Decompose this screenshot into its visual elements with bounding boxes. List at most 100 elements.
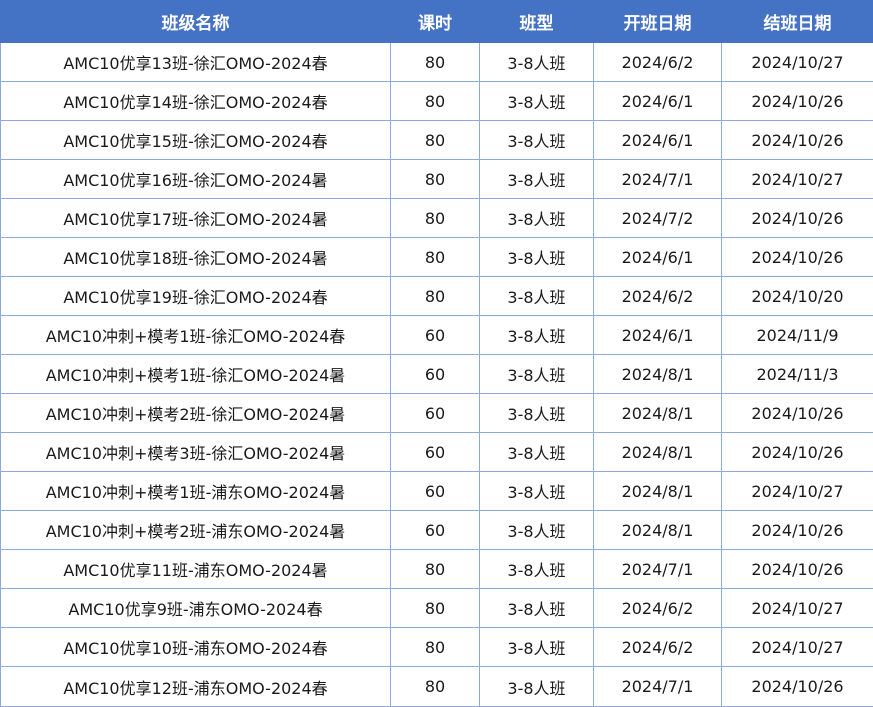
header-hours: 课时 <box>390 0 480 43</box>
table-row: AMC10冲刺+模考2班-浦东OMO-2024暑 60 3-8人班 2024/8/1 2… <box>0 510 873 550</box>
cell-hours: 80 <box>390 42 480 82</box>
table-row: AMC10优享12班-浦东OMO-2024春 80 3-8人班 2024/7/1 202… <box>0 666 873 707</box>
cell-start-date: 2024/6/1 <box>593 120 722 160</box>
cell-start-date: 2024/7/1 <box>593 666 722 707</box>
cell-hours: 80 <box>390 198 480 238</box>
table-row: AMC10优享10班-浦东OMO-2024春 80 3-8人班 2024/6/2 202… <box>0 627 873 667</box>
cell-start-date: 2024/6/2 <box>593 588 722 628</box>
cell-hours: 60 <box>390 315 480 355</box>
cell-end-date: 2024/10/26 <box>721 549 873 589</box>
cell-class-type: 3-8人班 <box>479 510 594 550</box>
cell-end-date: 2024/10/27 <box>721 159 873 199</box>
cell-hours: 80 <box>390 276 480 316</box>
table-row: AMC10优享17班-徐汇OMO-2024暑 80 3-8人班 2024/7/2 202… <box>0 198 873 238</box>
header-end-date: 结班日期 <box>721 0 873 43</box>
cell-end-date: 2024/10/27 <box>721 627 873 667</box>
cell-class-name: AMC10优享15班-徐汇OMO-2024春 <box>0 120 391 160</box>
cell-class-type: 3-8人班 <box>479 588 594 628</box>
cell-hours: 80 <box>390 81 480 121</box>
cell-class-type: 3-8人班 <box>479 237 594 277</box>
header-class-type: 班型 <box>479 0 594 43</box>
cell-class-name: AMC10优享18班-徐汇OMO-2024暑 <box>0 237 391 277</box>
cell-hours: 60 <box>390 510 480 550</box>
cell-class-name: AMC10优享19班-徐汇OMO-2024春 <box>0 276 391 316</box>
cell-class-type: 3-8人班 <box>479 354 594 394</box>
cell-end-date: 2024/10/27 <box>721 471 873 511</box>
cell-hours: 80 <box>390 159 480 199</box>
class-schedule-table: 班级名称 课时 班型 开班日期 结班日期 AMC10优享13班-徐汇OMO-20… <box>0 0 873 707</box>
table-header: 班级名称 课时 班型 开班日期 结班日期 <box>0 0 873 43</box>
table-row: AMC10冲刺+模考1班-徐汇OMO-2024春 60 3-8人班 2024/6/1 2… <box>0 315 873 355</box>
cell-end-date: 2024/10/26 <box>721 120 873 160</box>
cell-end-date: 2024/10/26 <box>721 198 873 238</box>
cell-start-date: 2024/6/2 <box>593 276 722 316</box>
header-start-date: 开班日期 <box>593 0 722 43</box>
table-row: AMC10冲刺+模考1班-徐汇OMO-2024暑 60 3-8人班 2024/8/1 2… <box>0 354 873 394</box>
cell-class-type: 3-8人班 <box>479 198 594 238</box>
cell-class-name: AMC10优享12班-浦东OMO-2024春 <box>0 666 391 707</box>
cell-start-date: 2024/8/1 <box>593 393 722 433</box>
cell-class-type: 3-8人班 <box>479 159 594 199</box>
cell-class-name: AMC10优享13班-徐汇OMO-2024春 <box>0 42 391 82</box>
table-row: AMC10优享14班-徐汇OMO-2024春 80 3-8人班 2024/6/1 202… <box>0 81 873 121</box>
cell-class-name: AMC10优享17班-徐汇OMO-2024暑 <box>0 198 391 238</box>
table-row: AMC10冲刺+模考3班-徐汇OMO-2024暑 60 3-8人班 2024/8/1 2… <box>0 432 873 472</box>
cell-class-type: 3-8人班 <box>479 120 594 160</box>
cell-hours: 80 <box>390 549 480 589</box>
header-row: 班级名称 课时 班型 开班日期 结班日期 <box>0 0 873 43</box>
table-row: AMC10冲刺+模考2班-徐汇OMO-2024暑 60 3-8人班 2024/8/1 2… <box>0 393 873 433</box>
cell-start-date: 2024/7/1 <box>593 549 722 589</box>
cell-hours: 60 <box>390 354 480 394</box>
cell-class-type: 3-8人班 <box>479 627 594 667</box>
cell-end-date: 2024/10/26 <box>721 237 873 277</box>
cell-class-name: AMC10优享14班-徐汇OMO-2024春 <box>0 81 391 121</box>
cell-class-type: 3-8人班 <box>479 666 594 707</box>
cell-end-date: 2024/10/27 <box>721 42 873 82</box>
cell-hours: 80 <box>390 588 480 628</box>
cell-end-date: 2024/11/9 <box>721 315 873 355</box>
table-row: AMC10优享9班-浦东OMO-2024春 80 3-8人班 2024/6/2 2024… <box>0 588 873 628</box>
table-row: AMC10优享13班-徐汇OMO-2024春 80 3-8人班 2024/6/2 202… <box>0 42 873 82</box>
cell-hours: 80 <box>390 237 480 277</box>
cell-end-date: 2024/10/26 <box>721 666 873 707</box>
cell-class-name: AMC10优享16班-徐汇OMO-2024暑 <box>0 159 391 199</box>
cell-class-name: AMC10冲刺+模考3班-徐汇OMO-2024暑 <box>0 432 391 472</box>
table-row: AMC10优享15班-徐汇OMO-2024春 80 3-8人班 2024/6/1 202… <box>0 120 873 160</box>
table-row: AMC10优享18班-徐汇OMO-2024暑 80 3-8人班 2024/6/1 202… <box>0 237 873 277</box>
cell-start-date: 2024/6/1 <box>593 237 722 277</box>
cell-class-name: AMC10冲刺+模考2班-浦东OMO-2024暑 <box>0 510 391 550</box>
cell-start-date: 2024/6/1 <box>593 315 722 355</box>
cell-hours: 80 <box>390 666 480 707</box>
cell-end-date: 2024/10/26 <box>721 510 873 550</box>
cell-end-date: 2024/10/26 <box>721 432 873 472</box>
cell-start-date: 2024/8/1 <box>593 354 722 394</box>
cell-class-name: AMC10冲刺+模考1班-徐汇OMO-2024暑 <box>0 354 391 394</box>
cell-class-name: AMC10冲刺+模考2班-徐汇OMO-2024暑 <box>0 393 391 433</box>
table-body: AMC10优享13班-徐汇OMO-2024春 80 3-8人班 2024/6/2 202… <box>0 42 873 707</box>
cell-hours: 80 <box>390 120 480 160</box>
cell-end-date: 2024/10/27 <box>721 588 873 628</box>
cell-class-name: AMC10冲刺+模考1班-徐汇OMO-2024春 <box>0 315 391 355</box>
cell-class-name: AMC10优享11班-浦东OMO-2024暑 <box>0 549 391 589</box>
cell-start-date: 2024/7/2 <box>593 198 722 238</box>
cell-class-type: 3-8人班 <box>479 81 594 121</box>
cell-hours: 60 <box>390 393 480 433</box>
cell-class-type: 3-8人班 <box>479 393 594 433</box>
table-row: AMC10优享11班-浦东OMO-2024暑 80 3-8人班 2024/7/1 202… <box>0 549 873 589</box>
cell-start-date: 2024/6/2 <box>593 42 722 82</box>
cell-start-date: 2024/8/1 <box>593 432 722 472</box>
cell-class-name: AMC10冲刺+模考1班-浦东OMO-2024暑 <box>0 471 391 511</box>
cell-start-date: 2024/8/1 <box>593 510 722 550</box>
cell-class-type: 3-8人班 <box>479 432 594 472</box>
cell-class-type: 3-8人班 <box>479 315 594 355</box>
cell-end-date: 2024/10/26 <box>721 393 873 433</box>
cell-end-date: 2024/10/26 <box>721 81 873 121</box>
cell-end-date: 2024/10/20 <box>721 276 873 316</box>
cell-hours: 60 <box>390 471 480 511</box>
cell-hours: 60 <box>390 432 480 472</box>
cell-start-date: 2024/8/1 <box>593 471 722 511</box>
table-row: AMC10冲刺+模考1班-浦东OMO-2024暑 60 3-8人班 2024/8/1 2… <box>0 471 873 511</box>
cell-start-date: 2024/7/1 <box>593 159 722 199</box>
cell-class-type: 3-8人班 <box>479 549 594 589</box>
cell-class-name: AMC10优享9班-浦东OMO-2024春 <box>0 588 391 628</box>
